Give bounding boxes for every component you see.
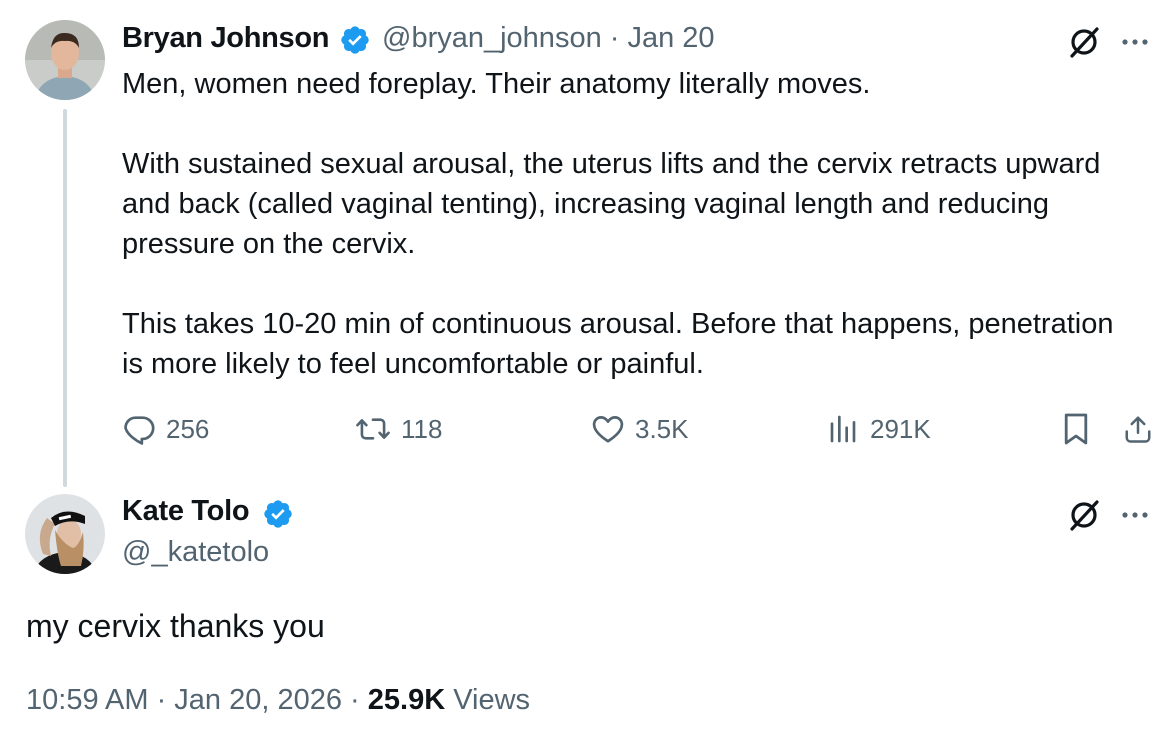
share-button[interactable]: [1121, 410, 1155, 448]
reply-button[interactable]: 256: [122, 409, 209, 449]
avatar-bryan-johnson[interactable]: [25, 20, 105, 100]
bookmark-icon: [1064, 413, 1088, 445]
verified-badge-icon: [264, 500, 292, 528]
avatar-image: [25, 20, 105, 100]
repost-count: 118: [401, 413, 443, 444]
grok-icon[interactable]: [1066, 497, 1102, 533]
views-count: 291K: [870, 413, 931, 444]
views-label: Views: [445, 684, 531, 716]
thread-connector-line: [63, 109, 67, 487]
reply-author-handle[interactable]: @_katetolo: [122, 536, 269, 569]
avatar-kate-tolo[interactable]: [25, 494, 105, 574]
avatar-image: [25, 494, 105, 574]
repost-button[interactable]: 118: [355, 409, 442, 449]
reply-icon: [124, 416, 155, 445]
reply-count: 256: [166, 413, 210, 444]
views-button[interactable]: 291K: [828, 409, 931, 449]
repost-icon: [356, 418, 390, 440]
verified-badge-icon: [341, 26, 369, 54]
more-options-icon[interactable]: [1118, 28, 1152, 56]
analytics-icon: [830, 415, 856, 443]
tweet-metadata: 10:59 AM · Jan 20, 2026 · 25.9K Views: [26, 684, 530, 717]
share-icon: [1125, 416, 1151, 443]
author-handle-and-date[interactable]: @bryan_johnson · Jan 20: [382, 22, 715, 55]
views-count: 25.9K: [367, 684, 446, 716]
reply-author-name[interactable]: Kate Tolo: [122, 495, 250, 528]
author-name[interactable]: Bryan Johnson: [122, 22, 329, 55]
timestamp[interactable]: 10:59 AM · Jan 20, 2026 ·: [26, 684, 368, 716]
grok-icon[interactable]: [1066, 24, 1102, 60]
heart-icon: [592, 416, 624, 443]
bookmark-button[interactable]: [1060, 410, 1092, 448]
like-count: 3.5K: [635, 413, 689, 444]
tweet-text: Men, women need foreplay. Their anatomy …: [122, 68, 1114, 380]
reply-tweet-text: my cervix thanks you: [26, 608, 325, 644]
more-options-icon[interactable]: [1118, 501, 1152, 529]
like-button[interactable]: 3.5K: [591, 409, 689, 449]
